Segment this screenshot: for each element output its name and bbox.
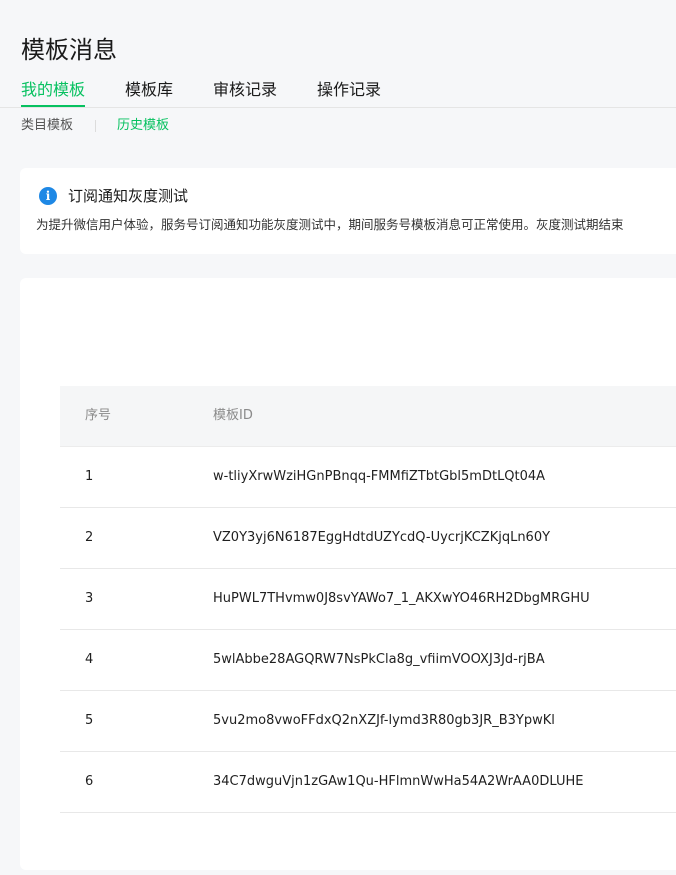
table-header: 序号 模板ID	[60, 386, 676, 447]
row-seq: 1	[85, 469, 94, 484]
table-row: 5 5vu2mo8vwoFFdxQ2nXZJf-lymd3R80gb3JR_B3…	[60, 691, 676, 752]
info-icon: i	[39, 187, 57, 205]
row-template-id: 5wlAbbe28AGQRW7NsPkCla8g_vfiimVOOXJ3Jd-r…	[213, 652, 545, 667]
table-row: 3 HuPWL7THvmw0J8svYAWo7_1_AKXwYO46RH2Dbg…	[60, 569, 676, 630]
table-row: 1 w-tliyXrwWziHGnPBnqq-FMMfiZTbtGbl5mDtL…	[60, 447, 676, 508]
tab-my-templates[interactable]: 我的模板	[21, 78, 86, 107]
row-seq: 4	[85, 652, 94, 667]
table-row: 2 VZ0Y3yj6N6187EggHdtdUZYcdQ-UycrjKCZKjq…	[60, 508, 676, 569]
notice-title: 订阅通知灰度测试	[68, 187, 189, 205]
template-list-panel: 序号 模板ID 1 w-tliyXrwWziHGnPBnqq-FMMfiZTbt…	[20, 278, 676, 870]
sub-tab-divider	[95, 120, 96, 132]
notice-banner: i 订阅通知灰度测试 为提升微信用户体验，服务号订阅通知功能灰度测试中，期间服务…	[20, 168, 676, 254]
tab-template-library[interactable]: 模板库	[125, 78, 173, 102]
table-row: 6 34C7dwguVjn1zGAw1Qu-HFlmnWwHa54A2WrAA0…	[60, 752, 676, 813]
page-title: 模板消息	[21, 36, 117, 65]
main-tab-bar: 我的模板 模板库 审核记录 操作记录	[0, 78, 676, 108]
tab-operation-records[interactable]: 操作记录	[317, 78, 381, 102]
table-row: 4 5wlAbbe28AGQRW7NsPkCla8g_vfiimVOOXJ3Jd…	[60, 630, 676, 691]
subtab-category-templates[interactable]: 类目模板	[21, 116, 73, 136]
subtab-history-templates[interactable]: 历史模板	[117, 116, 169, 136]
notice-text: 为提升微信用户体验，服务号订阅通知功能灰度测试中，期间服务号模板消息可正常使用。…	[36, 217, 624, 232]
row-seq: 3	[85, 591, 94, 606]
row-template-id: 5vu2mo8vwoFFdxQ2nXZJf-lymd3R80gb3JR_B3Yp…	[213, 713, 555, 728]
row-template-id: w-tliyXrwWziHGnPBnqq-FMMfiZTbtGbl5mDtLQt…	[213, 469, 546, 484]
template-table: 序号 模板ID 1 w-tliyXrwWziHGnPBnqq-FMMfiZTbt…	[60, 386, 676, 813]
header-template-id: 模板ID	[213, 408, 253, 423]
row-seq: 2	[85, 530, 94, 545]
row-seq: 5	[85, 713, 94, 728]
row-template-id: VZ0Y3yj6N6187EggHdtdUZYcdQ-UycrjKCZKjqLn…	[213, 530, 551, 545]
header-seq: 序号	[85, 408, 112, 423]
row-seq: 6	[85, 774, 94, 789]
row-template-id: 34C7dwguVjn1zGAw1Qu-HFlmnWwHa54A2WrAA0DL…	[213, 774, 584, 789]
tab-review-records[interactable]: 审核记录	[213, 78, 277, 102]
row-template-id: HuPWL7THvmw0J8svYAWo7_1_AKXwYO46RH2DbgMR…	[213, 591, 590, 606]
